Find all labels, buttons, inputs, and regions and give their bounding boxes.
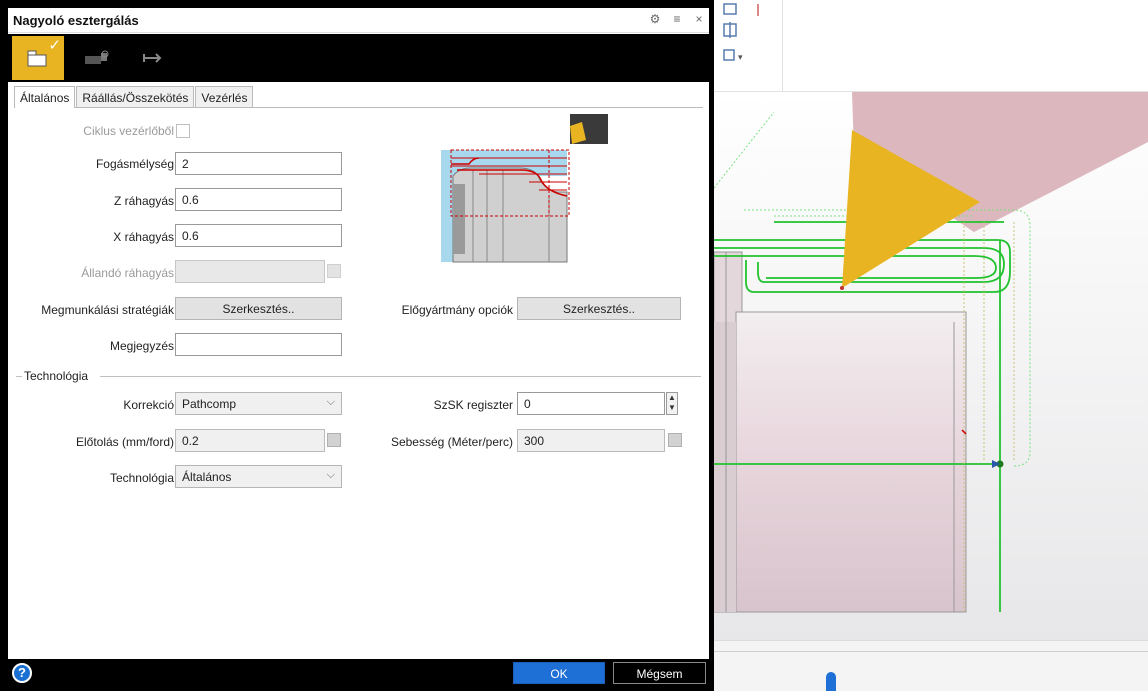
cutter-comp-register-label: SzSK regiszter: [433, 398, 513, 412]
register-spinner[interactable]: ▲ ▼: [666, 392, 678, 415]
help-icon[interactable]: ?: [12, 663, 32, 683]
tab-approach-link[interactable]: Ráállás/Összekötés: [76, 86, 195, 107]
strategy-label: Megmunkálási stratégiák: [41, 303, 174, 317]
svg-text:▾: ▾: [738, 52, 743, 62]
operation-preview-image: [441, 114, 608, 263]
fogas-label: Fogásmélység: [95, 157, 174, 171]
note-label: Megjegyzés: [109, 339, 174, 353]
operation-profile-button[interactable]: ✓: [12, 36, 64, 80]
technology-type-value: Általános: [182, 470, 232, 484]
correction-value: Pathcomp: [182, 397, 237, 411]
roughing-turning-dialog: Nagyoló esztergálás ⚙ ≡ × ✓ Általános Rá…: [0, 0, 714, 691]
titlebar-icons: ⚙ ≡ ×: [649, 12, 705, 26]
chevron-down-icon: ⌵: [326, 396, 335, 408]
x-allowance-label: X ráhagyás: [113, 230, 174, 244]
ok-button[interactable]: OK: [513, 662, 605, 684]
dialog-title: Nagyoló esztergálás: [13, 13, 139, 28]
timeline-marker[interactable]: [826, 672, 836, 691]
checkmark-icon: ✓: [48, 37, 61, 54]
cad-viewport[interactable]: [714, 92, 1148, 640]
speed-input[interactable]: 300: [517, 429, 665, 452]
dialog-footer: ? OK Mégsem: [8, 659, 709, 687]
cancel-button[interactable]: Mégsem: [613, 662, 706, 684]
technology-type-label: Technológia: [109, 471, 174, 485]
dialog-body: Nagyoló esztergálás ⚙ ≡ × ✓ Általános Rá…: [8, 8, 709, 687]
tool-icon: [85, 50, 109, 64]
section-divider: [100, 376, 701, 377]
technology-section-label: Technológia: [24, 369, 89, 383]
approach-link-button[interactable]: [126, 36, 178, 80]
tab-control[interactable]: Vezérlés: [195, 86, 254, 107]
section-divider-left: [16, 376, 22, 377]
stock-options-edit-button[interactable]: Szerkesztés..: [517, 297, 681, 320]
ciklus-checkbox[interactable]: [176, 124, 190, 138]
feed-calculator-icon[interactable]: [327, 433, 341, 447]
ribbon-tool-icons: ▾: [723, 3, 759, 62]
tool-settings-button[interactable]: [70, 36, 122, 80]
speed-label: Sebesség (Méter/perc): [390, 435, 513, 449]
ribbon-icon-1: [723, 3, 737, 15]
tab-general[interactable]: Általános: [14, 86, 76, 108]
cad-scene: [714, 92, 1148, 640]
z-allowance-input[interactable]: 0.6: [175, 188, 342, 211]
technology-type-select[interactable]: Általános ⌵: [175, 465, 342, 488]
cad-graphics-area: ▾: [714, 0, 1148, 691]
correction-label: Korrekció: [123, 398, 174, 412]
ribbon-separator: [782, 0, 783, 92]
x-allowance-input[interactable]: 0.6: [175, 224, 342, 247]
z-allowance-label: Z ráhagyás: [113, 194, 174, 208]
dialog-titlebar[interactable]: Nagyoló esztergálás ⚙ ≡ ×: [8, 8, 709, 33]
feed-input[interactable]: 0.2: [175, 429, 325, 452]
constant-allowance-input[interactable]: [175, 260, 325, 283]
ribbon-icon-3: [723, 49, 735, 61]
chevron-down-icon: ⌵: [326, 469, 335, 481]
dialog-toolbar: ✓: [8, 34, 709, 82]
speed-calculator-icon[interactable]: [668, 433, 682, 447]
cad-timeline-bar: [714, 640, 1148, 691]
menu-icon[interactable]: ≡: [671, 12, 683, 26]
cad-ribbon: ▾: [714, 0, 1148, 92]
note-input[interactable]: [175, 333, 342, 356]
stock-options-label: Előgyártmány opciók: [401, 303, 513, 317]
operation-profile-icon: [27, 50, 47, 67]
constant-allowance-label: Állandó ráhagyás: [81, 266, 174, 280]
ciklus-label: Ciklus vezérlőből: [83, 124, 174, 138]
cutter-comp-register-input[interactable]: 0: [517, 392, 665, 415]
tab-bar: Általános Ráállás/Összekötés Vezérlés: [14, 86, 703, 108]
correction-select[interactable]: Pathcomp ⌵: [175, 392, 342, 415]
settings-gear-icon[interactable]: ⚙: [649, 12, 661, 26]
fogas-input[interactable]: 2: [175, 152, 342, 175]
timeline-track: [714, 651, 1148, 652]
arrows-icon: [143, 53, 162, 63]
feed-label: Előtolás (mm/ford): [75, 435, 174, 449]
calculator-icon[interactable]: [327, 264, 341, 278]
strategy-edit-button[interactable]: Szerkesztés..: [175, 297, 342, 320]
close-icon[interactable]: ×: [693, 12, 705, 26]
